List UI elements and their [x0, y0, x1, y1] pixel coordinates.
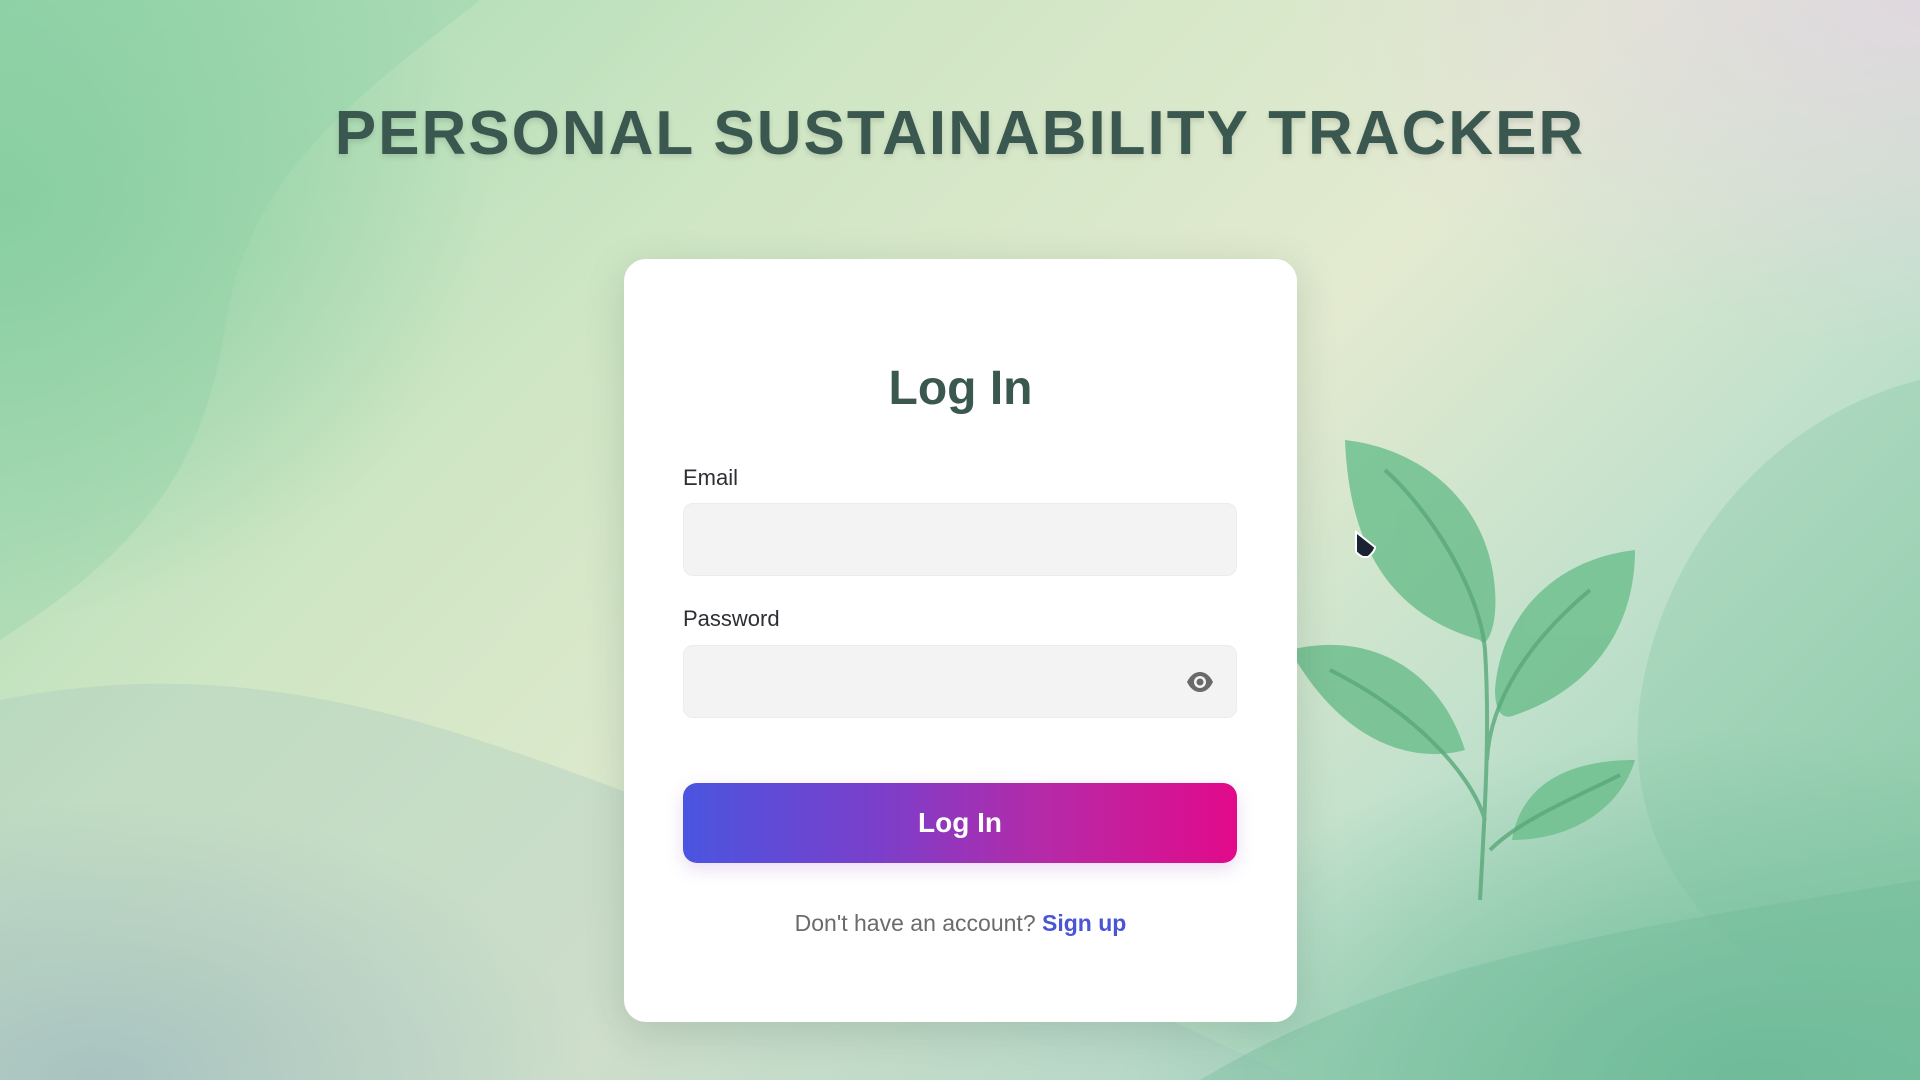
login-button[interactable]: Log In	[683, 783, 1237, 863]
login-card: Log In Email Password Log In Don't have …	[624, 259, 1297, 1022]
mouse-cursor-icon	[1355, 530, 1377, 558]
signup-prompt: Don't have an account?	[794, 910, 1036, 936]
password-label: Password	[683, 606, 780, 631]
signup-row: Don't have an account? Sign up	[624, 910, 1297, 937]
eye-icon[interactable]	[1186, 670, 1214, 694]
password-field-container	[683, 645, 1237, 718]
password-field[interactable]	[684, 646, 1236, 717]
plant-sprout-icon	[1290, 440, 1635, 900]
signup-link[interactable]: Sign up	[1042, 910, 1126, 936]
email-field-container	[683, 503, 1237, 576]
email-label: Email	[683, 465, 739, 490]
app-title: PERSONAL SUSTAINABILITY TRACKER	[334, 99, 1586, 168]
login-heading: Log In	[888, 362, 1033, 415]
email-field[interactable]	[684, 504, 1236, 575]
